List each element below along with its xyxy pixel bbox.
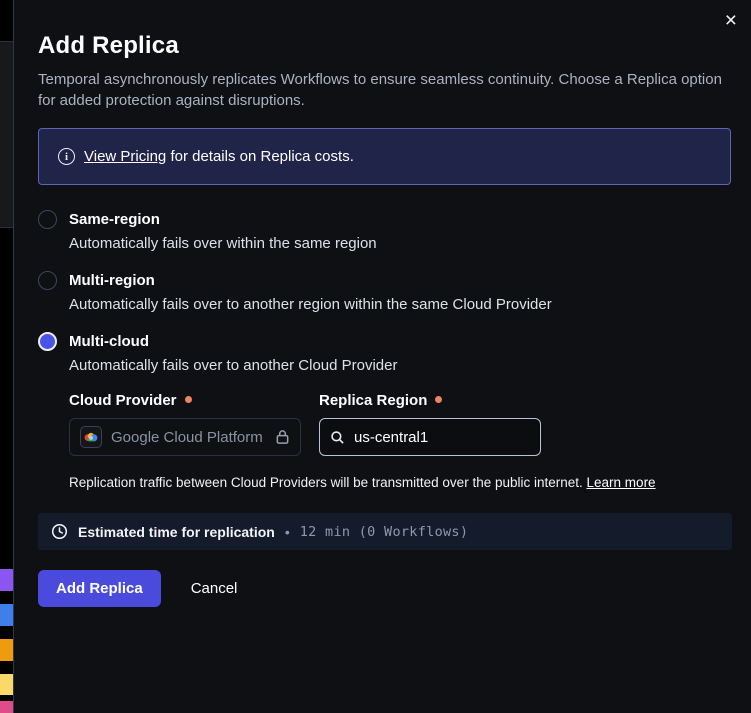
radio-multi-region[interactable] [38, 271, 57, 290]
field-label-text: Cloud Provider [69, 392, 177, 409]
option-label: Multi-cloud [69, 333, 149, 350]
lock-icon [275, 429, 290, 445]
cancel-button[interactable]: Cancel [191, 580, 238, 597]
estimate-label: Estimated time for replication [78, 524, 275, 540]
page-title: Add Replica [38, 32, 731, 60]
info-icon: i [58, 148, 75, 165]
modal-description: Temporal asynchronously replicates Workf… [38, 69, 731, 111]
option-multi-cloud: Multi-cloud Automatically fails over to … [38, 332, 731, 490]
required-dot [185, 396, 192, 403]
view-pricing-link[interactable]: View Pricing [84, 148, 166, 165]
pricing-banner-suffix: for details on Replica costs. [170, 148, 353, 165]
pricing-info-banner: i View Pricing for details on Replica co… [38, 128, 731, 185]
cloud-provider-label: Cloud Provider [69, 392, 301, 409]
replica-region-value: us-central1 [354, 429, 428, 446]
estimate-separator: • [285, 524, 290, 540]
note-text: Replication traffic between Cloud Provid… [69, 475, 583, 490]
option-multi-region: Multi-region Automatically fails over to… [38, 271, 731, 313]
background-color-stripe [0, 604, 13, 626]
cloud-provider-select[interactable]: Google Cloud Platform [69, 418, 301, 456]
field-label-text: Replica Region [319, 392, 427, 409]
option-description: Automatically fails over within the same… [69, 235, 731, 252]
option-label: Multi-region [69, 272, 155, 289]
learn-more-link[interactable]: Learn more [587, 475, 656, 490]
search-icon [330, 430, 345, 445]
option-label: Same-region [69, 211, 160, 228]
option-description: Automatically fails over to another Clou… [69, 357, 731, 374]
required-dot [435, 396, 442, 403]
close-icon[interactable]: × [721, 6, 741, 35]
public-internet-note: Replication traffic between Cloud Provid… [69, 475, 731, 490]
background-color-stripe [0, 639, 13, 661]
replica-option-group: Same-region Automatically fails over wit… [38, 210, 731, 490]
background-color-stripe [0, 674, 13, 695]
radio-same-region[interactable] [38, 210, 57, 229]
replica-region-label: Replica Region [319, 392, 541, 409]
replica-region-input[interactable]: us-central1 [319, 418, 541, 456]
background-color-stripe [0, 569, 13, 591]
background-panel-edge [0, 41, 13, 228]
gcp-logo-icon [80, 426, 102, 448]
clock-icon [51, 523, 68, 540]
estimate-banner: Estimated time for replication • 12 min … [38, 513, 732, 550]
multi-cloud-subform: Cloud Provider [69, 392, 731, 490]
add-replica-modal: × Add Replica Temporal asynchronously re… [13, 0, 751, 713]
background-page-strip [0, 0, 13, 713]
pricing-banner-text: View Pricing for details on Replica cost… [84, 148, 354, 165]
background-color-stripe [0, 701, 13, 713]
modal-actions: Add Replica Cancel [38, 570, 731, 607]
radio-multi-cloud[interactable] [38, 332, 57, 351]
add-replica-button[interactable]: Add Replica [38, 570, 161, 607]
option-description: Automatically fails over to another regi… [69, 296, 731, 313]
option-same-region: Same-region Automatically fails over wit… [38, 210, 731, 252]
estimate-value: 12 min (0 Workflows) [300, 524, 469, 540]
cloud-provider-value: Google Cloud Platform [111, 429, 263, 446]
